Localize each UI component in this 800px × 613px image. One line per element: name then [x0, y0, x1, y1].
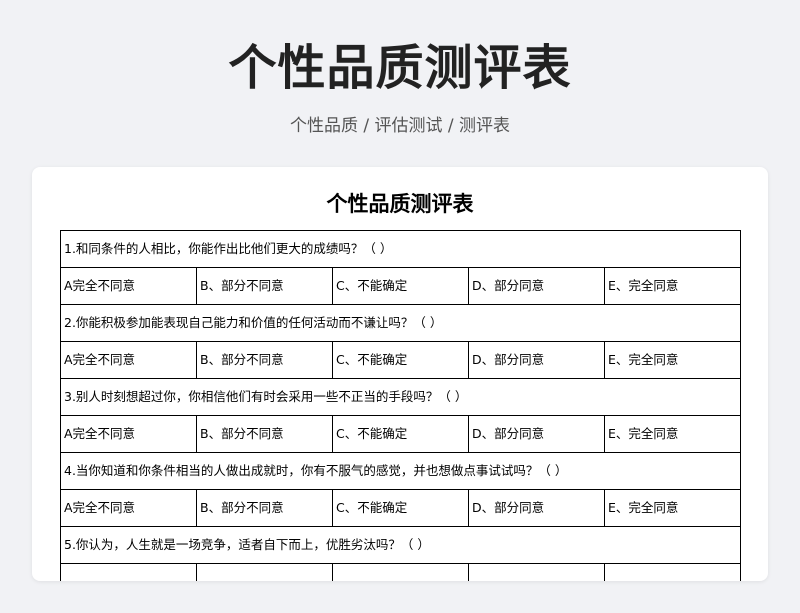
option-a[interactable]: A完全不同意: [60, 415, 197, 453]
option-a[interactable]: [60, 563, 197, 581]
option-d[interactable]: D、部分同意: [468, 489, 605, 527]
document-title: 个性品质测评表: [326, 192, 474, 216]
question-text: 1.和同条件的人相比，你能作出比他们更大的成绩吗？（ ）: [59, 230, 742, 268]
option-a[interactable]: A完全不同意: [60, 341, 197, 379]
question-row-2: 2.你能积极参加能表现自己能力和价值的任何活动而不谦让吗？（ ）: [59, 304, 742, 342]
survey-table: 1.和同条件的人相比，你能作出比他们更大的成绩吗？（ ） A完全不同意 B、部分…: [59, 230, 742, 581]
question-row-5: 5.你认为，人生就是一场竞争，适者自下而上，优胜劣汰吗？（ ）: [59, 526, 742, 564]
question-row-4: 4.当你知道和你条件相当的人做出成就时，你有不服气的感觉，并也想做点事试试吗？（…: [59, 452, 742, 490]
option-e[interactable]: E、完全同意: [603, 341, 742, 379]
option-c[interactable]: [332, 563, 469, 581]
page-title: 个性品质测评表: [228, 40, 572, 96]
option-d[interactable]: D、部分同意: [468, 415, 605, 453]
question-text: 2.你能积极参加能表现自己能力和价值的任何活动而不谦让吗？（ ）: [59, 304, 742, 342]
option-c[interactable]: C、不能确定: [332, 341, 469, 379]
breadcrumb: 个性品质 / 评估测试 / 测评表: [289, 116, 511, 136]
question-row-3: 3.别人时刻想超过你，你相信他们有时会采用一些不正当的手段吗？（ ）: [59, 378, 742, 416]
question-text: 4.当你知道和你条件相当的人做出成就时，你有不服气的感觉，并也想做点事试试吗？（…: [59, 452, 742, 490]
option-c[interactable]: C、不能确定: [332, 489, 469, 527]
option-e[interactable]: E、完全同意: [603, 415, 742, 453]
options-row-2: A完全不同意 B、部分不同意 C、不能确定 D、部分同意 E、完全同意: [60, 341, 742, 379]
question-row-1: 1.和同条件的人相比，你能作出比他们更大的成绩吗？（ ）: [59, 230, 742, 268]
options-row-5: [60, 563, 742, 581]
option-b[interactable]: B、部分不同意: [196, 341, 333, 379]
option-a[interactable]: A完全不同意: [60, 267, 197, 305]
option-d[interactable]: [468, 563, 605, 581]
option-a[interactable]: A完全不同意: [60, 489, 197, 527]
option-b[interactable]: [196, 563, 333, 581]
option-d[interactable]: D、部分同意: [468, 267, 605, 305]
option-b[interactable]: B、部分不同意: [196, 267, 333, 305]
option-c[interactable]: C、不能确定: [332, 267, 469, 305]
option-b[interactable]: B、部分不同意: [196, 489, 333, 527]
option-c[interactable]: C、不能确定: [332, 415, 469, 453]
question-text: 5.你认为，人生就是一场竞争，适者自下而上，优胜劣汰吗？（ ）: [59, 526, 742, 564]
options-row-4: A完全不同意 B、部分不同意 C、不能确定 D、部分同意 E、完全同意: [60, 489, 742, 527]
option-e[interactable]: E、完全同意: [603, 489, 742, 527]
question-text: 3.别人时刻想超过你，你相信他们有时会采用一些不正当的手段吗？（ ）: [59, 378, 742, 416]
option-e[interactable]: [603, 563, 742, 581]
option-d[interactable]: D、部分同意: [468, 341, 605, 379]
options-row-1: A完全不同意 B、部分不同意 C、不能确定 D、部分同意 E、完全同意: [60, 267, 742, 305]
option-e[interactable]: E、完全同意: [603, 267, 742, 305]
options-row-3: A完全不同意 B、部分不同意 C、不能确定 D、部分同意 E、完全同意: [60, 415, 742, 453]
option-b[interactable]: B、部分不同意: [196, 415, 333, 453]
document-card: 个性品质测评表 1.和同条件的人相比，你能作出比他们更大的成绩吗？（ ） A完全…: [32, 167, 768, 581]
